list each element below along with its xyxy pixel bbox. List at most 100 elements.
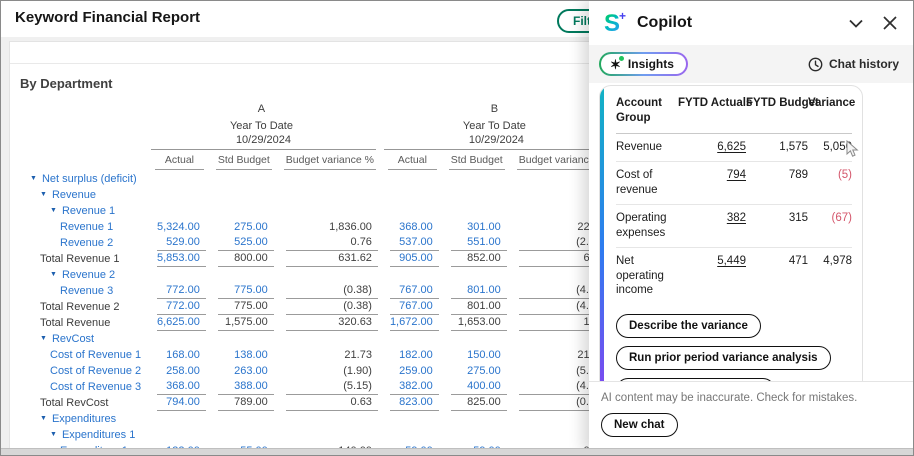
value-link-cell[interactable]: 5,853.00 — [145, 251, 206, 267]
collapse-triangle-icon[interactable]: ▼ — [50, 431, 57, 438]
fytd-budget-cell: 1,575 — [746, 133, 808, 161]
value-link-cell[interactable]: 1,672.00 — [378, 315, 439, 331]
account-row-label[interactable]: Cost of Revenue 3 — [50, 381, 141, 393]
copilot-title: Copilot — [637, 14, 831, 32]
account-group-cell: Net operating income — [616, 247, 678, 304]
column-group-date: 10/29/2024 — [145, 134, 378, 153]
value-link-cell[interactable]: 301.00 — [439, 219, 507, 235]
value-link-cell[interactable]: 767.00 — [378, 299, 439, 315]
row-label-cell: ▼ Revenue 1 — [10, 203, 145, 219]
insights-button[interactable]: ✶ Insights — [599, 52, 688, 76]
value-link-cell[interactable]: 275.00 — [206, 219, 274, 235]
value-link-cell[interactable]: 388.00 — [206, 379, 274, 395]
account-row-label[interactable]: Cost of Revenue 2 — [50, 365, 141, 377]
collapse-triangle-icon[interactable]: ▼ — [40, 191, 47, 198]
row-label-cell: ▼ RevCost — [10, 331, 145, 347]
collapse-triangle-icon[interactable]: ▼ — [30, 175, 37, 182]
account-row-label[interactable]: Cost of Revenue 1 — [50, 349, 141, 361]
value-link-cell[interactable]: 400.00 — [439, 379, 507, 395]
group-row-label[interactable]: Expenditures 1 — [62, 429, 135, 441]
value-link-cell[interactable]: 275.00 — [439, 363, 507, 379]
value-link-cell[interactable]: 5,324.00 — [145, 219, 206, 235]
column-group-date: 10/29/2024 — [378, 134, 611, 153]
copilot-header: S + Copilot — [589, 1, 914, 45]
new-chat-button[interactable]: New chat — [601, 413, 678, 437]
group-row-label[interactable]: Net surplus (deficit) — [42, 173, 137, 185]
suggestion-button[interactable]: Run prior period variance analysis — [616, 346, 831, 370]
value-link-cell[interactable]: 537.00 — [378, 235, 439, 251]
fytd-budget-cell: 471 — [746, 247, 808, 304]
value-link-cell[interactable]: 823.00 — [378, 395, 439, 411]
value-cell: 1,836.00 — [274, 219, 378, 235]
collapse-triangle-icon[interactable]: ▼ — [40, 335, 47, 342]
value-link-cell[interactable]: 138.00 — [206, 347, 274, 363]
row-label-cell: Revenue 2 — [10, 235, 145, 251]
actuals-drilldown-link[interactable]: 794 — [727, 169, 746, 181]
value-link-cell[interactable]: 772.00 — [145, 283, 206, 299]
value-link-cell[interactable]: 529.00 — [145, 235, 206, 251]
value-cell: 631.62 — [274, 251, 378, 267]
value-link-cell[interactable]: 905.00 — [378, 251, 439, 267]
insight-row: Operating expenses382315(67) — [616, 204, 852, 247]
copilot-footer: AI content may be inaccurate. Check for … — [589, 381, 914, 445]
value-link-cell[interactable]: 259.00 — [378, 363, 439, 379]
value-link-cell[interactable]: 525.00 — [206, 235, 274, 251]
value-cell: 825.00 — [439, 395, 507, 411]
insights-label: Insights — [628, 57, 674, 71]
report-subheader-row: ActualStd BudgetBudget variance %ActualS… — [10, 153, 681, 171]
value-link-cell[interactable]: 801.00 — [439, 283, 507, 299]
insight-row: Cost of revenue794789(5) — [616, 161, 852, 204]
column-group-label: B — [378, 100, 611, 117]
value-link-cell[interactable]: 168.00 — [145, 347, 206, 363]
collapse-triangle-icon[interactable]: ▼ — [50, 271, 57, 278]
table-row: Total RevCost794.00789.000.63823.00825.0… — [10, 395, 681, 411]
actuals-drilldown-link[interactable]: 5,449 — [717, 255, 746, 267]
value-link-cell[interactable]: 258.00 — [145, 363, 206, 379]
value-link-cell[interactable]: 382.00 — [378, 379, 439, 395]
account-row-label[interactable]: Revenue 1 — [60, 221, 113, 233]
row-label-cell: ▼ Net surplus (deficit) — [10, 171, 145, 187]
group-row-label[interactable]: Revenue 1 — [62, 205, 115, 217]
row-label-cell: Cost of Revenue 1 — [10, 347, 145, 363]
account-group-cell: Revenue — [616, 133, 678, 161]
row-label-cell: Cost of Revenue 3 — [10, 379, 145, 395]
column-group-label: A — [145, 100, 378, 117]
row-label-cell: Total Revenue 2 — [10, 299, 145, 315]
value-link-cell[interactable]: 767.00 — [378, 283, 439, 299]
group-row-label[interactable]: Expenditures — [52, 413, 116, 425]
value-link-cell[interactable]: 150.00 — [439, 347, 507, 363]
account-row-label[interactable]: Revenue 2 — [60, 237, 113, 249]
chat-history-button[interactable]: Chat history — [802, 56, 905, 73]
row-label-cell: Cost of Revenue 2 — [10, 363, 145, 379]
value-link-cell[interactable]: 775.00 — [206, 283, 274, 299]
actuals-drilldown-link[interactable]: 382 — [727, 212, 746, 224]
group-row-label[interactable]: RevCost — [52, 333, 94, 345]
suggestion-button[interactable]: Describe the variance — [616, 314, 761, 338]
collapse-triangle-icon[interactable]: ▼ — [50, 207, 57, 214]
value-link-cell[interactable]: 772.00 — [145, 299, 206, 315]
actuals-drilldown-link[interactable]: 6,625 — [717, 141, 746, 153]
table-row: Cost of Revenue 1168.00138.0021.73182.00… — [10, 347, 681, 363]
value-link-cell[interactable]: 263.00 — [206, 363, 274, 379]
collapse-triangle-icon[interactable]: ▼ — [40, 415, 47, 422]
table-row: ▼ Revenue 2 — [10, 267, 681, 283]
value-link-cell[interactable]: 368.00 — [145, 379, 206, 395]
fytd-actuals-cell: 382 — [678, 204, 746, 247]
value-link-cell[interactable]: 368.00 — [378, 219, 439, 235]
account-group-cell: Operating expenses — [616, 204, 678, 247]
account-row-label[interactable]: Revenue 3 — [60, 285, 113, 297]
value-link-cell[interactable]: 794.00 — [145, 395, 206, 411]
group-row-label[interactable]: Revenue — [52, 189, 96, 201]
table-row: Cost of Revenue 3368.00388.00(5.15)382.0… — [10, 379, 681, 395]
group-row-label[interactable]: Revenue 2 — [62, 269, 115, 281]
collapse-panel-button[interactable] — [847, 17, 865, 30]
value-link-cell[interactable]: 6,625.00 — [145, 315, 206, 331]
close-panel-button[interactable] — [881, 14, 899, 32]
subcolumn-header: Std Budget — [206, 153, 274, 171]
value-link-cell[interactable]: 551.00 — [439, 235, 507, 251]
copilot-body: Account GroupFYTD ActualsFYTD BudgetVari… — [589, 83, 914, 414]
section-title: By Department — [20, 76, 112, 91]
value-cell: (1.90) — [274, 363, 378, 379]
table-row: ▼ Expenditures 1 — [10, 427, 681, 443]
value-link-cell[interactable]: 182.00 — [378, 347, 439, 363]
